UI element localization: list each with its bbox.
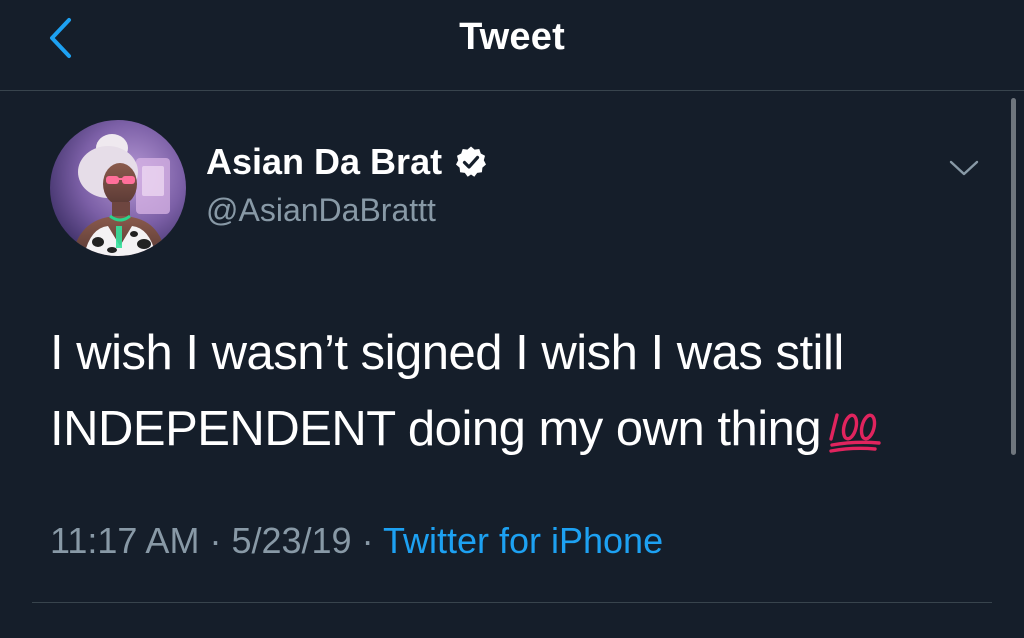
user-handle[interactable]: @AsianDaBrattt [206, 190, 436, 230]
scrollbar[interactable] [1011, 98, 1016, 455]
tweet-source-link[interactable]: Twitter for iPhone [383, 520, 663, 561]
avatar[interactable] [50, 120, 186, 256]
header-divider [0, 90, 1024, 91]
author-name-row[interactable]: Asian Da Brat [206, 140, 488, 184]
chevron-down-icon [949, 160, 979, 176]
meta-separator: · [209, 520, 222, 561]
tweet-text-line-1: I wish I wasn’t signed I wish I was stil… [50, 326, 844, 380]
tweet-date: 5/23/19 [231, 520, 352, 561]
page-title: Tweet [459, 16, 565, 58]
more-options-button[interactable] [944, 152, 984, 184]
tweet-meta: 11:17 AM · 5/23/19 · Twitter for iPhone [50, 518, 663, 564]
meta-separator: · [361, 520, 374, 561]
tweet-text-line-2-container: INDEPENDENT doing my own thing [50, 391, 970, 467]
tweet-text: I wish I wasn’t signed I wish I was stil… [50, 315, 970, 467]
avatar-image [50, 120, 186, 256]
meta-divider [32, 602, 992, 603]
verified-badge-icon [456, 146, 487, 177]
navigation-bar: Tweet [0, 0, 1024, 90]
tweet-time: 11:17 AM [50, 520, 200, 561]
tweet-text-line-2: INDEPENDENT doing my own thing [50, 402, 822, 456]
display-name[interactable]: Asian Da Brat [206, 140, 442, 184]
hundred-points-emoji [829, 413, 881, 453]
